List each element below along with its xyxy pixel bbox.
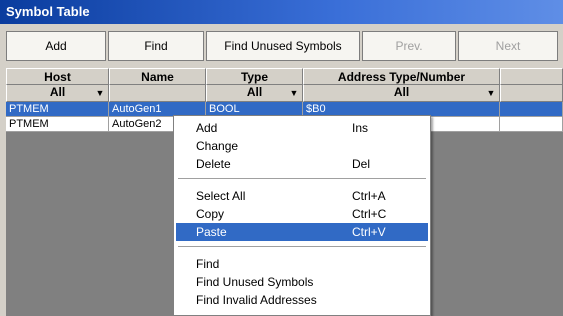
symbol-table-window: Symbol Table Add Find Find Unused Symbol… bbox=[0, 0, 563, 316]
menu-item-shortcut: Ctrl+C bbox=[352, 207, 387, 221]
cell-host: PTMEM bbox=[6, 117, 109, 132]
filter-empty bbox=[500, 85, 563, 102]
column-header-host[interactable]: Host bbox=[6, 68, 109, 85]
menu-item-delete[interactable]: Delete Del bbox=[176, 155, 428, 173]
column-header-empty bbox=[500, 68, 563, 85]
cell-host: PTMEM bbox=[6, 102, 109, 117]
menu-item-label: Select All bbox=[196, 189, 246, 203]
menu-item-shortcut: Ctrl+V bbox=[352, 225, 386, 239]
next-button[interactable]: Next bbox=[458, 31, 558, 61]
prev-button[interactable]: Prev. bbox=[362, 31, 456, 61]
chevron-down-icon[interactable]: ▼ bbox=[485, 87, 497, 99]
menu-item-label: Change bbox=[196, 139, 239, 153]
menu-item-find[interactable]: Find bbox=[176, 255, 428, 273]
menu-separator bbox=[178, 178, 426, 179]
column-header-name[interactable]: Name bbox=[109, 68, 206, 85]
menu-item-find-unused-symbols[interactable]: Find Unused Symbols bbox=[176, 273, 428, 291]
menu-item-paste[interactable]: Paste Ctrl+V bbox=[176, 223, 428, 241]
cell-empty bbox=[500, 117, 563, 132]
column-header-address[interactable]: Address Type/Number bbox=[303, 68, 500, 85]
chevron-down-icon[interactable]: ▼ bbox=[94, 87, 106, 99]
window-title: Symbol Table bbox=[0, 0, 563, 24]
find-unused-symbols-button[interactable]: Find Unused Symbols bbox=[206, 31, 360, 61]
filter-address-value: All bbox=[393, 85, 410, 99]
menu-item-label: Copy bbox=[196, 207, 225, 221]
menu-item-copy[interactable]: Copy Ctrl+C bbox=[176, 205, 428, 223]
menu-item-label: Find Invalid Addresses bbox=[196, 293, 317, 307]
menu-item-find-invalid-addresses[interactable]: Find Invalid Addresses bbox=[176, 291, 428, 309]
add-button[interactable]: Add bbox=[6, 31, 106, 61]
filter-host-value: All bbox=[49, 85, 66, 99]
chevron-down-icon[interactable]: ▼ bbox=[288, 87, 300, 99]
column-header-type[interactable]: Type bbox=[206, 68, 303, 85]
menu-item-label: Find bbox=[196, 257, 220, 271]
filter-host[interactable]: All ▼ bbox=[6, 85, 109, 102]
context-menu: Add Ins Change Delete Del Select All Ctr… bbox=[173, 115, 431, 316]
menu-item-change[interactable]: Change bbox=[176, 137, 428, 155]
menu-item-select-all[interactable]: Select All Ctrl+A bbox=[176, 187, 428, 205]
find-button[interactable]: Find bbox=[108, 31, 204, 61]
filter-type-value: All bbox=[246, 85, 263, 99]
menu-item-add[interactable]: Add Ins bbox=[176, 119, 428, 137]
menu-item-label: Delete bbox=[196, 157, 231, 171]
menu-separator bbox=[178, 246, 426, 247]
filter-type[interactable]: All ▼ bbox=[206, 85, 303, 102]
menu-item-label: Paste bbox=[196, 225, 227, 239]
filter-name[interactable] bbox=[109, 85, 206, 102]
menu-item-shortcut: Del bbox=[352, 157, 371, 171]
menu-item-shortcut: Ctrl+A bbox=[352, 189, 386, 203]
menu-item-label: Add bbox=[196, 121, 218, 135]
menu-item-label: Find Unused Symbols bbox=[196, 275, 314, 289]
filter-address[interactable]: All ▼ bbox=[303, 85, 500, 102]
menu-item-shortcut: Ins bbox=[352, 121, 369, 135]
cell-empty bbox=[500, 102, 563, 117]
